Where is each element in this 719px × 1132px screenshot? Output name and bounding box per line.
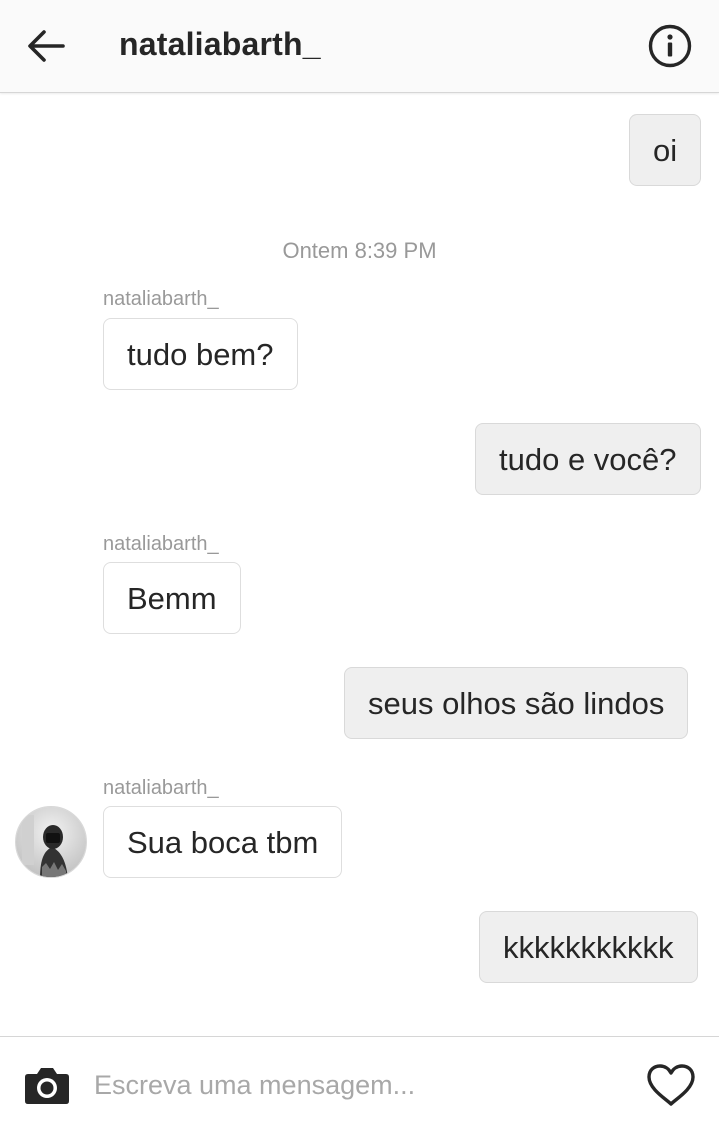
message-bubble-incoming[interactable]: Sua boca tbm [103,806,343,878]
camera-icon [25,1068,69,1104]
camera-button[interactable] [22,1063,72,1107]
avatar[interactable] [15,806,87,878]
avatar-photo [16,807,86,877]
back-button[interactable] [22,22,70,70]
info-circle-icon [648,24,692,68]
message-bubble-outgoing[interactable]: tudo e você? [475,423,701,495]
heart-icon [647,1064,695,1106]
arrow-left-icon [28,30,65,62]
info-button[interactable] [646,22,694,70]
sender-name: nataliabarth_ [103,533,219,555]
conversation-title[interactable]: nataliabarth_ [119,26,321,63]
direct-message-screen: nataliabarth_ oi Ontem 8:39 PM nataliaba… [0,0,719,1132]
message-bubble-outgoing[interactable]: seus olhos são lindos [344,667,689,739]
message-bubble-incoming[interactable]: tudo bem? [103,318,298,390]
message-bubble-outgoing[interactable]: kkkkkkkkkkk [479,911,698,983]
message-input[interactable] [94,1063,614,1107]
message-bubble-outgoing[interactable]: oi [629,114,702,186]
top-bar: nataliabarth_ [0,0,719,93]
message-bubble-incoming[interactable]: Bemm [103,562,241,634]
message-timestamp: Ontem 8:39 PM [282,238,437,263]
sender-name: nataliabarth_ [103,288,219,310]
like-button[interactable] [644,1060,698,1110]
sender-name: nataliabarth_ [103,777,219,799]
message-composer [0,1036,719,1132]
